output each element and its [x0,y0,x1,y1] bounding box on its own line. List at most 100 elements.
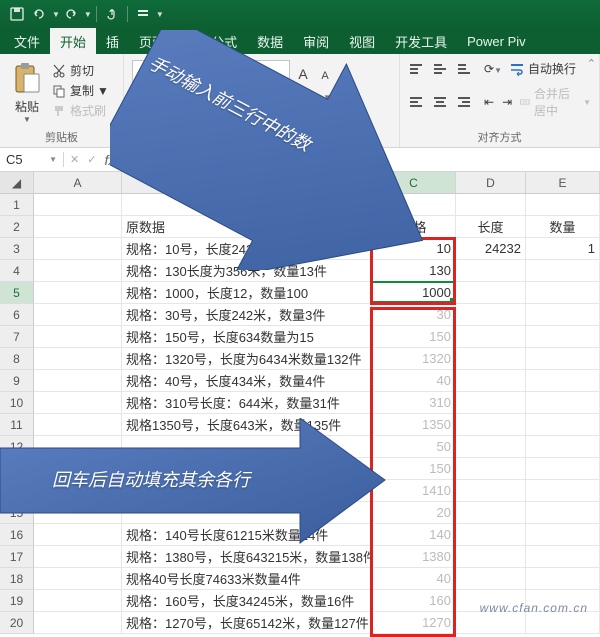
decrease-font-button[interactable]: A [316,60,334,82]
row-header-8[interactable]: 8 [0,348,34,370]
cell-D18[interactable] [456,568,526,590]
cell-B5[interactable]: 规格：1000，长度12，数量100 [122,282,372,304]
ribbon-collapse-icon[interactable]: ⌃ [587,57,596,70]
cell-A17[interactable] [34,546,122,568]
fill-color-button[interactable] [219,89,235,105]
cell-E17[interactable] [526,546,600,568]
cell-B3[interactable]: 规格：10号，长度24232米，数量1 [122,238,372,260]
cell-D9[interactable] [456,370,526,392]
cell-B11[interactable]: 规格1350号，长度643米，数量135件 [122,414,372,436]
cell-E4[interactable] [526,260,600,282]
row-header-15[interactable]: 15 [0,502,34,524]
cell-C10[interactable]: 310 [372,392,456,414]
align-center-button[interactable] [432,95,448,109]
tab-insert[interactable]: 插 [96,28,129,54]
row-header-1[interactable]: 1 [0,194,34,216]
cell-D10[interactable] [456,392,526,414]
cell-C4[interactable]: 130 [372,260,456,282]
quickaccess-customize-icon[interactable] [136,7,150,21]
wrap-text-button[interactable]: 自动换行 [510,60,576,77]
cell-D12[interactable] [456,436,526,458]
cut-button[interactable]: 剪切 [52,62,109,79]
cell-A8[interactable] [34,348,122,370]
cell-B14[interactable] [122,480,372,502]
tab-page-layout[interactable]: 页面布局 [129,28,201,54]
cell-C7[interactable]: 150 [372,326,456,348]
cell-B8[interactable]: 规格：1320号，长度为6434米数量132件 [122,348,372,370]
font-size-combo[interactable]: ▼ [246,60,290,82]
align-top-button[interactable] [408,62,424,76]
cell-E12[interactable] [526,436,600,458]
row-header-6[interactable]: 6 [0,304,34,326]
cell-B15[interactable] [122,502,372,524]
cell-A10[interactable] [34,392,122,414]
paste-button[interactable]: 粘贴 ▼ [8,58,46,124]
cell-D15[interactable] [456,502,526,524]
row-header-19[interactable]: 19 [0,590,34,612]
col-header-C[interactable]: C [372,172,456,193]
cell-A19[interactable] [34,590,122,612]
cell-D17[interactable] [456,546,526,568]
cell-D3[interactable]: 24232 [456,238,526,260]
cell-A9[interactable] [34,370,122,392]
cell-E10[interactable] [526,392,600,414]
row-header-13[interactable]: 13 [0,458,34,480]
cell-D20[interactable] [456,612,526,634]
cell-E20[interactable] [526,612,600,634]
tab-data[interactable]: 数据 [247,28,293,54]
align-bottom-button[interactable] [456,62,472,76]
cell-D4[interactable] [456,260,526,282]
cell-B4[interactable]: 规格：130长度为356米，数量13件 [122,260,372,282]
cell-D7[interactable] [456,326,526,348]
undo-icon[interactable] [32,7,46,21]
redo-icon[interactable] [64,7,78,21]
tab-powerpivot[interactable]: Power Piv [457,28,536,54]
cell-C20[interactable]: 1270 [372,612,456,634]
cell-C14[interactable]: 1410 [372,480,456,502]
cell-C9[interactable]: 40 [372,370,456,392]
cell-D2[interactable]: 长度 [456,216,526,238]
cell-D1[interactable] [456,194,526,216]
align-left-button[interactable] [408,95,424,109]
increase-font-button[interactable]: A [294,60,312,82]
cell-A5[interactable] [34,282,122,304]
cell-B6[interactable]: 规格：30号，长度242米，数量3件 [122,304,372,326]
row-header-16[interactable]: 16 [0,524,34,546]
cell-A18[interactable] [34,568,122,590]
cell-E1[interactable] [526,194,600,216]
cell-A7[interactable] [34,326,122,348]
cell-B17[interactable]: 规格：1380号，长度643215米，数量138件 [122,546,372,568]
cell-A3[interactable] [34,238,122,260]
phonetic-guide-button[interactable]: wén [295,90,317,104]
cell-C18[interactable]: 40 [372,568,456,590]
tab-file[interactable]: 文件 [4,28,50,54]
row-header-17[interactable]: 17 [0,546,34,568]
col-header-E[interactable]: E [526,172,600,193]
cell-A1[interactable] [34,194,122,216]
cell-E5[interactable] [526,282,600,304]
row-header-20[interactable]: 20 [0,612,34,634]
cell-B10[interactable]: 规格：310号长度：644米，数量31件 [122,392,372,414]
row-header-4[interactable]: 4 [0,260,34,282]
select-all-corner[interactable]: ◢ [0,172,34,193]
cell-B18[interactable]: 规格40号长度74633米数量4件 [122,568,372,590]
cell-E8[interactable] [526,348,600,370]
row-header-18[interactable]: 18 [0,568,34,590]
cell-A12[interactable] [34,436,122,458]
bold-button[interactable]: B [132,90,141,105]
row-header-11[interactable]: 11 [0,414,34,436]
cell-C3[interactable]: 10 [372,238,456,260]
cell-C2[interactable]: 规格 [372,216,456,238]
cell-D13[interactable] [456,458,526,480]
cell-E18[interactable] [526,568,600,590]
tab-review[interactable]: 审阅 [293,28,339,54]
italic-button[interactable]: I [147,90,151,105]
row-header-5[interactable]: 5 [0,282,34,304]
touch-mode-icon[interactable] [105,7,119,21]
merge-center-button[interactable]: 合并后居中▼ [520,85,591,119]
cell-B9[interactable]: 规格：40号，长度434米，数量4件 [122,370,372,392]
cell-C19[interactable]: 160 [372,590,456,612]
cell-A6[interactable] [34,304,122,326]
cell-E15[interactable] [526,502,600,524]
border-button[interactable]: ▼ [190,88,213,106]
